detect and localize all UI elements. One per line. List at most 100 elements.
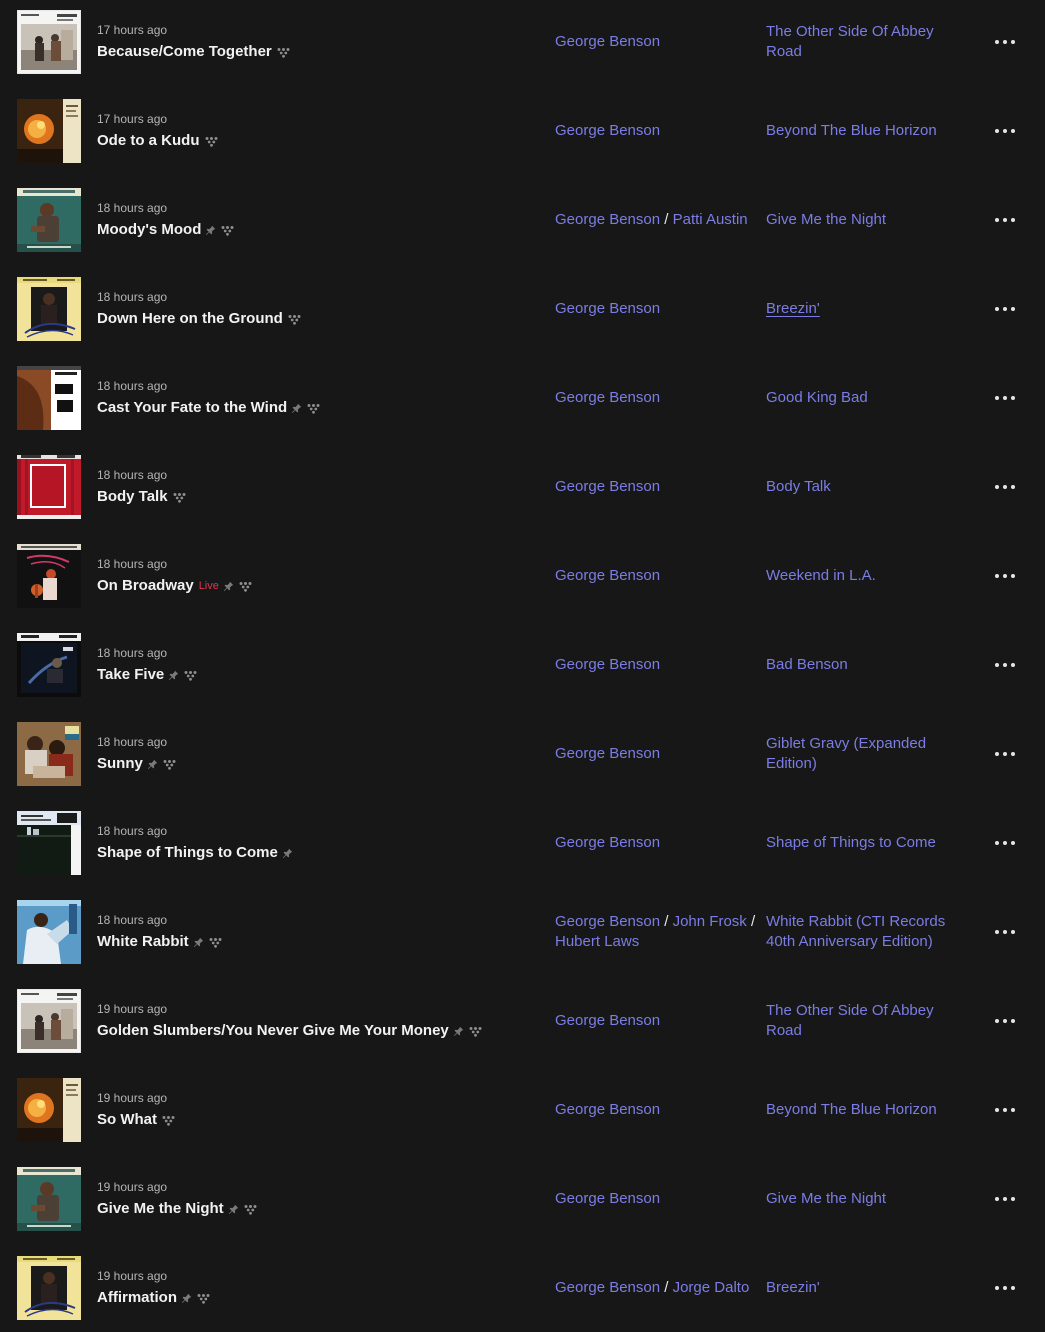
track-row[interactable]: 17 hours ago Ode to a Kudu George Benson Be…	[0, 89, 1045, 178]
artist-link[interactable]: Hubert Laws	[555, 933, 639, 950]
album-cover[interactable]	[17, 811, 81, 875]
spotify-icon[interactable]	[276, 47, 291, 58]
album-cover[interactable]	[17, 455, 81, 519]
spotify-icon[interactable]	[287, 314, 302, 325]
spotify-icon[interactable]	[208, 937, 223, 948]
track-title[interactable]: Sunny	[97, 754, 143, 774]
track-title[interactable]: Give Me the Night	[97, 1199, 224, 1219]
album-link[interactable]: Breezin'	[766, 300, 820, 317]
more-options-icon[interactable]	[991, 568, 1019, 584]
artist-link[interactable]: George Benson	[555, 211, 660, 228]
album-cover[interactable]	[17, 989, 81, 1053]
more-options-icon[interactable]	[991, 123, 1019, 139]
track-title[interactable]: Moody's Mood	[97, 220, 201, 240]
album-link[interactable]: The Other Side Of Abbey Road	[766, 23, 934, 60]
track-title[interactable]: Take Five	[97, 665, 164, 685]
album-link[interactable]: The Other Side Of Abbey Road	[766, 1002, 934, 1039]
track-title[interactable]: Golden Slumbers/You Never Give Me Your M…	[97, 1021, 449, 1041]
album-cover[interactable]	[17, 900, 81, 964]
album-cover[interactable]	[17, 633, 81, 697]
album-cover[interactable]	[17, 722, 81, 786]
artist-link[interactable]: George Benson	[555, 567, 660, 584]
album-link[interactable]: Give Me the Night	[766, 211, 886, 228]
pin-icon[interactable]	[228, 1204, 239, 1215]
track-row[interactable]: 18 hours ago Down Here on the Ground Georg…	[0, 267, 1045, 356]
spotify-icon[interactable]	[172, 492, 187, 503]
album-cover[interactable]	[17, 188, 81, 252]
album-cover[interactable]	[17, 10, 81, 74]
track-row[interactable]: 19 hours ago Affirmation George Benson / J…	[0, 1246, 1045, 1332]
spotify-icon[interactable]	[196, 1293, 211, 1304]
artist-link[interactable]: George Benson	[555, 1012, 660, 1029]
track-row[interactable]: 19 hours ago So What George Benson Beyond T…	[0, 1068, 1045, 1157]
album-cover[interactable]	[17, 544, 81, 608]
album-cover[interactable]	[17, 1167, 81, 1231]
album-link[interactable]: Giblet Gravy (Expanded Edition)	[766, 735, 926, 772]
album-cover[interactable]	[17, 277, 81, 341]
artist-link[interactable]: George Benson	[555, 389, 660, 406]
artist-link[interactable]: George Benson	[555, 1101, 660, 1118]
album-link[interactable]: Beyond The Blue Horizon	[766, 122, 937, 139]
pin-icon[interactable]	[223, 581, 234, 592]
track-row[interactable]: 18 hours ago Shape of Things to Come Georg…	[0, 801, 1045, 890]
track-row[interactable]: 18 hours ago Moody's Mood George Benson / …	[0, 178, 1045, 267]
pin-icon[interactable]	[168, 670, 179, 681]
spotify-icon[interactable]	[161, 1115, 176, 1126]
track-title[interactable]: White Rabbit	[97, 932, 189, 952]
track-title[interactable]: Affirmation	[97, 1288, 177, 1308]
track-title[interactable]: Body Talk	[97, 487, 168, 507]
more-options-icon[interactable]	[991, 301, 1019, 317]
pin-icon[interactable]	[453, 1026, 464, 1037]
artist-link[interactable]: George Benson	[555, 1279, 660, 1296]
spotify-icon[interactable]	[468, 1026, 483, 1037]
album-link[interactable]: Body Talk	[766, 478, 831, 495]
album-link[interactable]: Give Me the Night	[766, 1190, 886, 1207]
track-row[interactable]: 18 hours ago Take Five George Benson Bad Be…	[0, 623, 1045, 712]
album-cover[interactable]	[17, 1078, 81, 1142]
more-options-icon[interactable]	[991, 835, 1019, 851]
track-row[interactable]: 18 hours ago White Rabbit George Benson / …	[0, 890, 1045, 979]
more-options-icon[interactable]	[991, 1191, 1019, 1207]
pin-icon[interactable]	[147, 759, 158, 770]
more-options-icon[interactable]	[991, 479, 1019, 495]
artist-link[interactable]: George Benson	[555, 122, 660, 139]
track-title[interactable]: So What	[97, 1110, 157, 1130]
track-title[interactable]: Cast Your Fate to the Wind	[97, 398, 287, 418]
track-title[interactable]: Ode to a Kudu	[97, 131, 200, 151]
artist-link[interactable]: George Benson	[555, 656, 660, 673]
more-options-icon[interactable]	[991, 657, 1019, 673]
pin-icon[interactable]	[282, 848, 293, 859]
album-link[interactable]: White Rabbit (CTI Records 40th Anniversa…	[766, 913, 945, 950]
artist-link[interactable]: George Benson	[555, 300, 660, 317]
track-title[interactable]: Because/Come Together	[97, 42, 272, 62]
artist-link[interactable]: George Benson	[555, 33, 660, 50]
more-options-icon[interactable]	[991, 746, 1019, 762]
spotify-icon[interactable]	[306, 403, 321, 414]
track-row[interactable]: 18 hours ago Sunny George Benson Giblet Gra…	[0, 712, 1045, 801]
album-cover[interactable]	[17, 366, 81, 430]
album-link[interactable]: Shape of Things to Come	[766, 834, 936, 851]
track-row[interactable]: 19 hours ago Golden Slumbers/You Never Gi…	[0, 979, 1045, 1068]
album-link[interactable]: Good King Bad	[766, 389, 868, 406]
artist-link[interactable]: Patti Austin	[673, 211, 748, 228]
artist-link[interactable]: Jorge Dalto	[673, 1279, 750, 1296]
more-options-icon[interactable]	[991, 390, 1019, 406]
album-link[interactable]: Beyond The Blue Horizon	[766, 1101, 937, 1118]
more-options-icon[interactable]	[991, 1013, 1019, 1029]
artist-link[interactable]: George Benson	[555, 745, 660, 762]
track-row[interactable]: 18 hours ago Cast Your Fate to the Wind Ge…	[0, 356, 1045, 445]
artist-link[interactable]: George Benson	[555, 1190, 660, 1207]
more-options-icon[interactable]	[991, 34, 1019, 50]
album-link[interactable]: Bad Benson	[766, 656, 848, 673]
album-link[interactable]: Breezin'	[766, 1279, 820, 1296]
spotify-icon[interactable]	[183, 670, 198, 681]
spotify-icon[interactable]	[220, 225, 235, 236]
more-options-icon[interactable]	[991, 1102, 1019, 1118]
more-options-icon[interactable]	[991, 212, 1019, 228]
spotify-icon[interactable]	[238, 581, 253, 592]
spotify-icon[interactable]	[204, 136, 219, 147]
track-row[interactable]: 18 hours ago Body Talk George Benson Body T…	[0, 445, 1045, 534]
artist-link[interactable]: George Benson	[555, 478, 660, 495]
pin-icon[interactable]	[181, 1293, 192, 1304]
more-options-icon[interactable]	[991, 1280, 1019, 1296]
